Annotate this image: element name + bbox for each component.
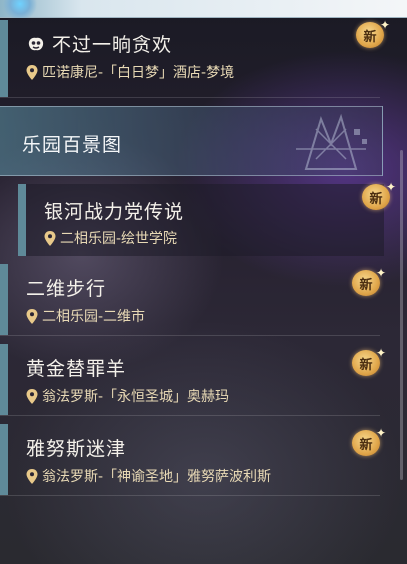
quest-location: 匹诺康尼-「白日梦」酒店-梦境 — [26, 62, 234, 82]
new-badge-icon: 新 ✦ — [352, 346, 386, 376]
quest-title: 雅努斯迷津 — [26, 438, 127, 460]
quest-title: 二维步行 — [26, 278, 107, 300]
quest-item[interactable]: 二维步行 二相乐园-二维市 新 ✦ — [0, 264, 386, 336]
new-badge-icon: 新 ✦ — [362, 180, 396, 210]
quest-location-text: 二相乐园-绘世学院 — [60, 231, 178, 247]
quest-item[interactable]: 黄金替罪羊 翁法罗斯-「永恒圣城」奥赫玛 新 ✦ — [0, 344, 386, 416]
map-pin-icon — [26, 388, 38, 404]
quest-title: 黄金替罪羊 — [26, 358, 127, 380]
new-badge-icon: 新 ✦ — [352, 426, 386, 456]
quest-title-text: 不过一晌贪欢 — [52, 34, 173, 56]
scrollbar[interactable] — [400, 150, 403, 480]
section-emblem-icon — [296, 113, 367, 170]
quest-item[interactable]: 雅努斯迷津 翁法罗斯-「神谕圣地」雅努萨波利斯 新 ✦ — [0, 424, 386, 496]
quest-item[interactable]: 不过一晌贪欢 匹诺康尼-「白日梦」酒店-梦境 新 ✦ — [0, 18, 390, 98]
map-pin-icon — [26, 64, 38, 80]
top-cropped-item — [0, 0, 407, 18]
quest-location: 翁法罗斯-「永恒圣城」奥赫玛 — [26, 386, 229, 406]
quest-location: 二相乐园-二维市 — [26, 306, 145, 326]
map-pin-icon — [26, 308, 38, 324]
map-pin-icon — [26, 468, 38, 484]
section-header[interactable]: 乐园百景图 — [0, 106, 383, 176]
quest-location: 二相乐园-绘世学院 — [44, 228, 177, 248]
new-badge-icon: 新 ✦ — [352, 266, 386, 296]
quest-title: 银河战力党传说 — [44, 201, 185, 223]
quest-location-text: 翁法罗斯-「永恒圣城」奥赫玛 — [42, 389, 230, 405]
quest-accent-bar — [0, 20, 8, 97]
quest-accent-bar — [0, 264, 8, 335]
quest-location: 翁法罗斯-「神谕圣地」雅努萨波利斯 — [26, 466, 271, 486]
quest-location-text: 二相乐园-二维市 — [42, 309, 146, 325]
quest-accent-bar — [0, 344, 8, 415]
section-title: 乐园百景图 — [22, 134, 123, 156]
quest-location-text: 翁法罗斯-「神谕圣地」雅努萨波利斯 — [42, 469, 272, 485]
quest-title: 不过一晌贪欢 — [26, 30, 172, 57]
quest-item-selected[interactable]: 银河战力党传说 二相乐园-绘世学院 新 ✦ — [18, 180, 396, 256]
quest-accent-bar — [18, 184, 26, 256]
map-pin-icon — [44, 230, 56, 246]
swirl-icon — [0, 0, 40, 18]
quest-location-text: 匹诺康尼-「白日梦」酒店-梦境 — [42, 65, 235, 81]
new-badge-icon: 新 ✦ — [356, 18, 390, 48]
quest-accent-bar — [0, 424, 8, 495]
mask-icon — [28, 37, 44, 50]
